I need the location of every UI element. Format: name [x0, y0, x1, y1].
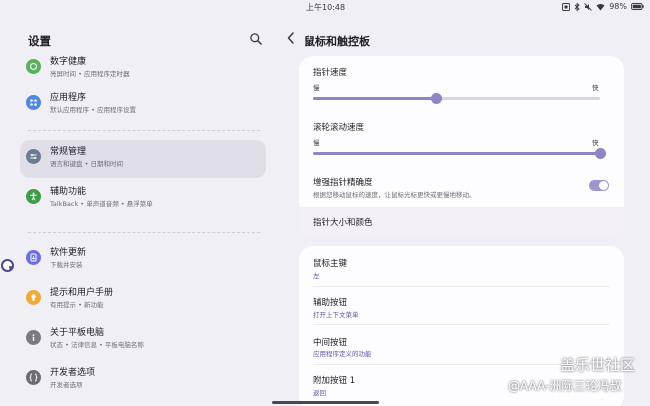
slider-min-label: 慢: [313, 84, 320, 92]
battery-icon: [631, 3, 644, 10]
slider-fill: [313, 97, 437, 100]
middle-button-title[interactable]: 中间按钮: [313, 336, 347, 348]
menu-label: 数字健康: [50, 57, 87, 67]
menu-sub: 语言和键盘 • 日期和时间: [50, 160, 123, 168]
slider-max-label: 快: [592, 139, 599, 147]
extra-button-value: 返回: [313, 389, 326, 397]
menu-item-software-update[interactable]: 软件更新 下载并安装: [20, 241, 266, 279]
screenshot-icon: [562, 2, 571, 11]
row-divider: [313, 324, 610, 325]
primary-button-value: 左: [313, 272, 320, 280]
toggle-knob: [599, 181, 608, 190]
menu-label: 关于平板电脑: [50, 328, 105, 338]
row-divider: [313, 286, 610, 287]
menu-item-about-tablet[interactable]: 关于平板电脑 状态 • 法律信息 • 平板电脑名称: [20, 321, 266, 359]
page-title: 鼠标和触控板: [304, 35, 370, 48]
search-icon[interactable]: [249, 32, 263, 46]
section-divider: [28, 130, 260, 131]
status-time: 上午10:48: [306, 3, 346, 12]
scroll-speed-slider[interactable]: [313, 148, 606, 159]
secondary-button-value: 打开上下文菜单: [313, 311, 359, 319]
pointer-speed-title: 指针速度: [313, 68, 348, 78]
battery-text: 98%: [609, 2, 627, 11]
menu-item-developer-options[interactable]: 开发者选项 开发者选项: [20, 361, 266, 399]
menu-label: 辅助功能: [50, 187, 87, 197]
menu-sub: 状态 • 法律信息 • 平板电脑名称: [50, 341, 144, 349]
mute-icon: [584, 2, 593, 11]
menu-sub: 下载并安装: [50, 261, 83, 269]
pointer-size-color-title: 指针大小和颜色: [313, 218, 373, 228]
menu-item-tips[interactable]: 提示和用户手册 有用提示 • 新功能: [20, 281, 266, 319]
enhance-precision-title: 增强指针精确度: [313, 178, 373, 188]
braces-icon: [26, 370, 41, 385]
menu-sub: 开发者选项: [50, 381, 83, 389]
menu-sub: 默认应用程序 • 应用程序设置: [50, 106, 136, 114]
apps-grid-icon: [26, 95, 41, 110]
menu-item-accessibility[interactable]: 辅助功能 TalkBack • 单声道音频 • 悬浮菜单: [20, 180, 266, 218]
pointer-settings-card: 指针速度 慢 快 滚轮滚动速度 慢 快 增强指针精确度 根据您移动鼠标的速度，让…: [299, 56, 624, 236]
menu-label: 开发者选项: [50, 368, 96, 378]
lightbulb-icon: [26, 290, 41, 305]
pointer-size-color-row[interactable]: 指针大小和颜色: [299, 207, 624, 236]
scroll-speed-title: 滚轮滚动速度: [313, 123, 365, 133]
menu-label: 常规管理: [50, 147, 87, 157]
slider-min-label: 慢: [313, 139, 320, 147]
bluetooth-icon: [574, 2, 580, 11]
menu-sub: TalkBack • 单声道音频 • 悬浮菜单: [50, 200, 153, 208]
home-indicator[interactable]: [272, 401, 379, 404]
menu-item-apps[interactable]: 应用程序 默认应用程序 • 应用程序设置: [20, 86, 266, 124]
back-arrow-icon[interactable]: [285, 31, 297, 45]
enhance-precision-toggle[interactable]: [589, 180, 609, 191]
watermark-title: 盖乐世社区: [560, 356, 636, 374]
watermark-sub: @AAA-洲际三轮冯叔: [508, 379, 622, 393]
enhance-precision-desc: 根据您移动鼠标的速度，让鼠标光标更快或更慢地移动。: [313, 191, 476, 199]
wifi-icon: [596, 3, 605, 10]
settings-title: 设置: [28, 34, 51, 48]
menu-label: 提示和用户手册: [50, 288, 114, 298]
info-icon: [26, 330, 41, 345]
menu-sub: 有用提示 • 新功能: [50, 301, 104, 309]
slider-thumb[interactable]: [594, 148, 606, 159]
status-bar: 上午10:48 98%: [0, 0, 650, 14]
update-icon: [26, 250, 41, 265]
slider-fill: [313, 152, 600, 155]
accessibility-icon: [26, 189, 41, 204]
menu-label: 应用程序: [50, 93, 87, 103]
edge-panel-handle[interactable]: [1, 259, 14, 272]
primary-button-title[interactable]: 鼠标主键: [313, 257, 347, 269]
section-divider: [28, 232, 260, 233]
status-icons: 98%: [562, 2, 644, 11]
pointer-speed-slider[interactable]: [313, 93, 600, 104]
middle-button-value: 应用程序定义的功能: [313, 350, 372, 358]
wellbeing-icon: [26, 59, 41, 74]
menu-item-general-management[interactable]: 常规管理 语言和键盘 • 日期和时间: [20, 140, 266, 178]
secondary-button-title[interactable]: 辅助按钮: [313, 296, 347, 308]
sliders-icon: [26, 149, 41, 164]
slider-thumb[interactable]: [430, 93, 442, 104]
extra-button-title[interactable]: 附加按钮 1: [313, 374, 355, 386]
menu-label: 软件更新: [50, 248, 87, 258]
slider-max-label: 快: [592, 84, 599, 92]
menu-sub: 亮屏时间 • 应用程序定时器: [50, 70, 130, 78]
menu-item-digital-wellbeing[interactable]: 数字健康 亮屏时间 • 应用程序定时器: [20, 50, 266, 88]
